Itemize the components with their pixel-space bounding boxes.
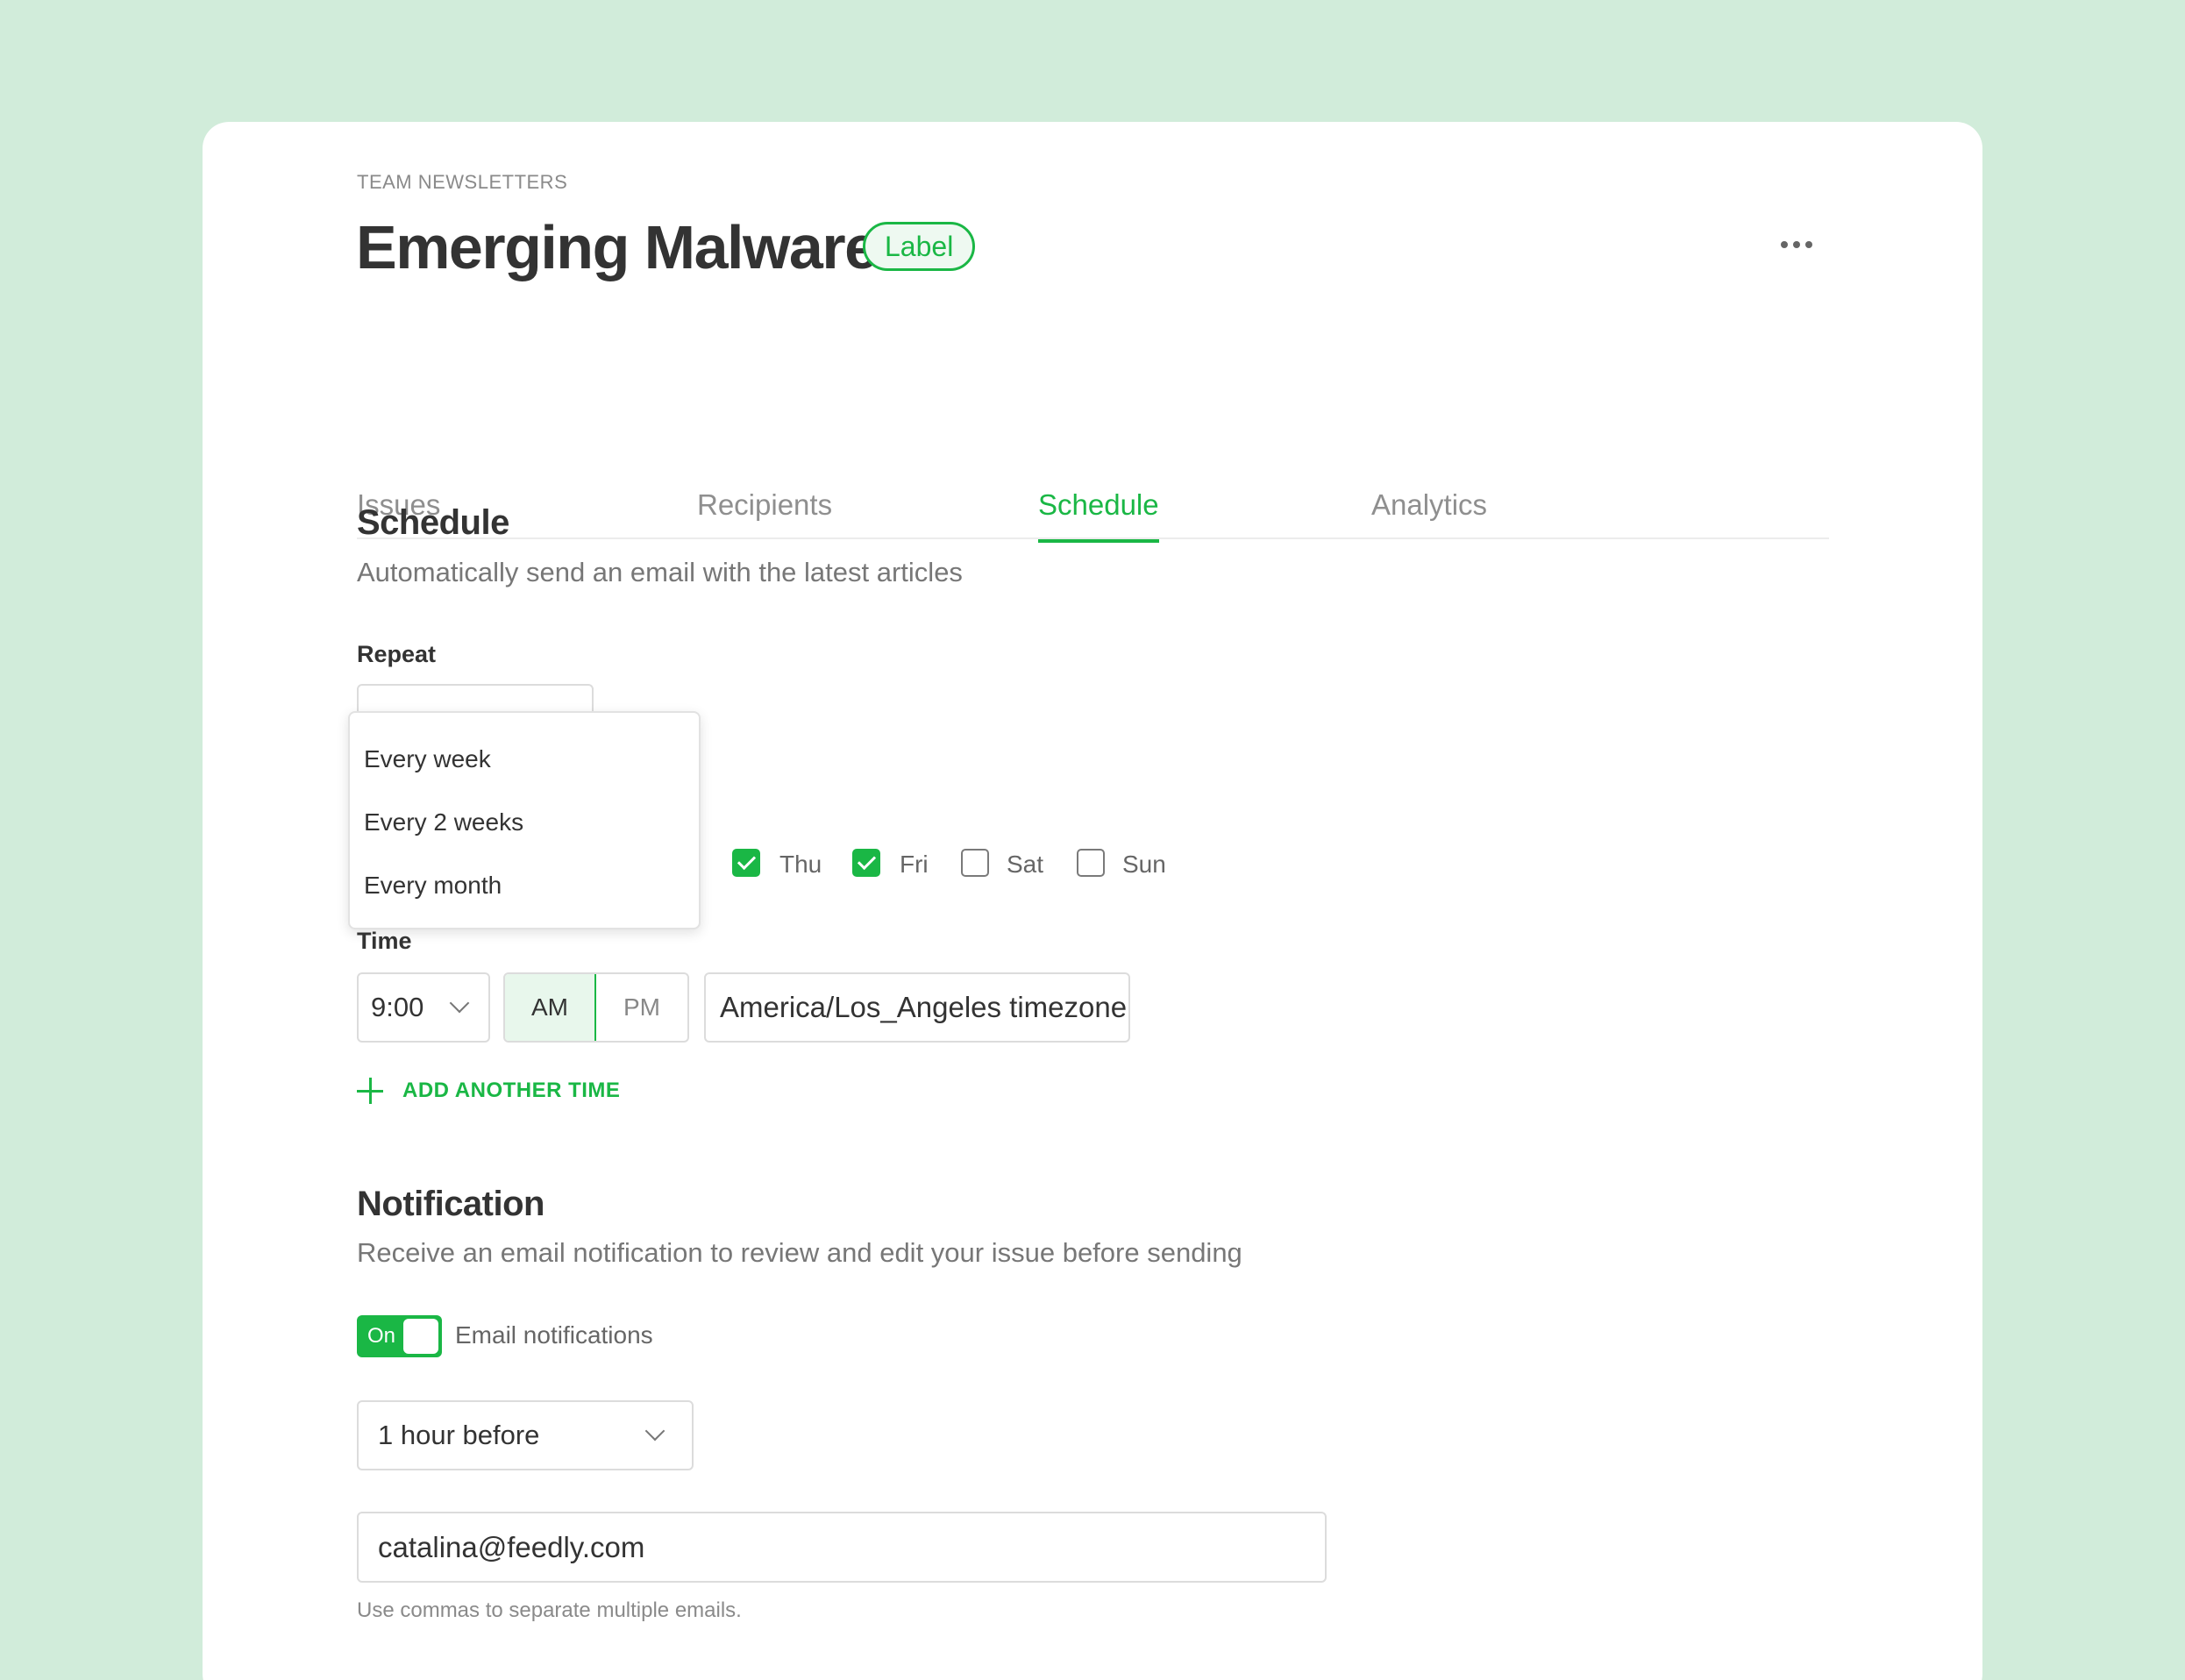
tab-recipients[interactable]: Recipients (697, 488, 832, 541)
schedule-heading: Schedule (357, 503, 509, 542)
am-pm-toggle: AM PM (503, 972, 689, 1043)
email-notifications-toggle[interactable]: On (357, 1315, 442, 1357)
time-value: 9:00 (371, 992, 424, 1022)
toggle-knob (403, 1319, 438, 1354)
newsletter-settings-card: TEAM NEWSLETTERS Emerging Malware Label … (203, 122, 1982, 1680)
lead-time-value: 1 hour before (378, 1420, 540, 1450)
email-input[interactable]: catalina@feedly.com (357, 1512, 1327, 1583)
pm-button[interactable]: PM (596, 974, 687, 1041)
add-another-time-button[interactable]: ADD ANOTHER TIME (357, 1078, 620, 1104)
notification-description: Receive an email notification to review … (357, 1237, 1242, 1268)
schedule-description: Automatically send an email with the lat… (357, 557, 963, 587)
day-checkbox-sat[interactable] (961, 849, 989, 877)
tab-schedule[interactable]: Schedule (1038, 488, 1159, 543)
day-label-sun: Sun (1122, 851, 1166, 878)
day-checkbox-thu[interactable] (732, 849, 760, 877)
more-dots-icon (1781, 241, 1788, 248)
day-checkbox-sun[interactable] (1077, 849, 1105, 877)
repeat-option-every-week[interactable]: Every week (364, 745, 491, 773)
timezone-field[interactable]: America/Los_Angeles timezone (704, 972, 1130, 1043)
day-label-thu: Thu (779, 851, 822, 878)
tab-bar: Issues Recipients Schedule Analytics (357, 363, 1829, 543)
add-another-time-label: ADD ANOTHER TIME (402, 1078, 621, 1102)
time-select[interactable]: 9:00 (357, 972, 490, 1043)
plus-icon (357, 1078, 383, 1104)
day-label-fri: Fri (900, 851, 929, 878)
repeat-dropdown-menu: Every week Every 2 weeks Every month (348, 711, 701, 929)
lead-time-select[interactable]: 1 hour before (357, 1400, 694, 1470)
repeat-option-every-2-weeks[interactable]: Every 2 weeks (364, 808, 523, 836)
repeat-option-every-month[interactable]: Every month (364, 872, 502, 900)
email-hint: Use commas to separate multiple emails. (357, 1598, 742, 1622)
email-notifications-label: Email notifications (455, 1321, 653, 1349)
breadcrumb: TEAM NEWSLETTERS (357, 171, 568, 193)
chevron-down-icon (644, 1420, 665, 1442)
day-checkbox-fri[interactable] (852, 849, 880, 877)
more-options-button[interactable] (1770, 227, 1823, 262)
label-badge[interactable]: Label (863, 222, 976, 271)
page-title: Emerging Malware (356, 213, 879, 281)
toggle-state-text: On (367, 1324, 396, 1348)
time-label: Time (357, 928, 412, 954)
repeat-label: Repeat (357, 641, 437, 667)
day-label-sat: Sat (1007, 851, 1044, 878)
am-button[interactable]: AM (505, 974, 596, 1041)
notification-heading: Notification (357, 1185, 544, 1223)
chevron-down-icon (449, 993, 470, 1014)
tab-analytics[interactable]: Analytics (1371, 488, 1487, 541)
